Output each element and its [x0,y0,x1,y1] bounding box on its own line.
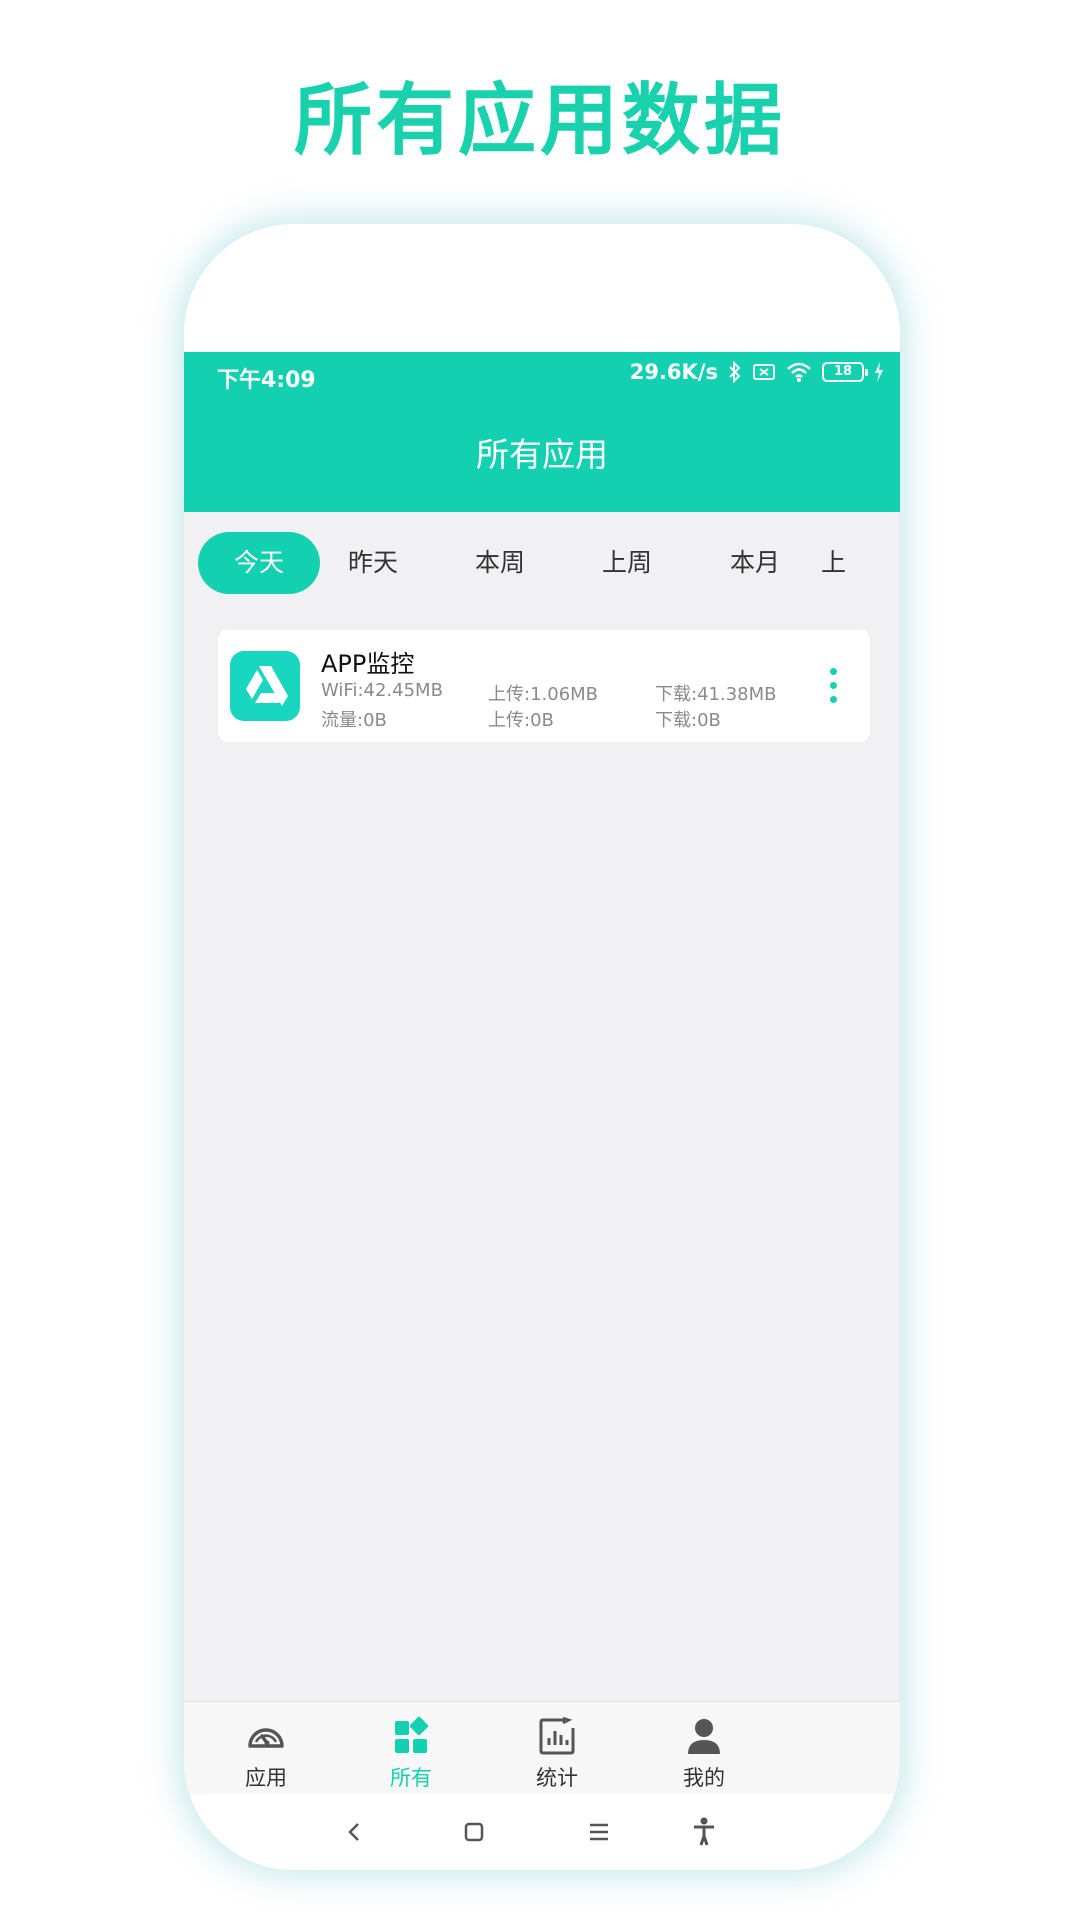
phone-frame: 下午4:09 29.6K/s 18 所有应用 今天 昨天 本周 上周 本月 上 … [184,224,900,1870]
network-speed: 29.6K/s [629,360,718,384]
mobile-total: 流量:0B [321,710,387,731]
nav-label: 我的 [683,1766,725,1790]
nav-apps[interactable]: 应用 [206,1714,326,1792]
nav-stats[interactable]: 统计 [497,1714,617,1792]
period-tabs: 今天 昨天 本周 上周 本月 上 [184,512,900,608]
wifi-upload: 上传:1.06MB [488,684,599,705]
wifi-icon [787,362,811,382]
tab-this-week[interactable]: 本周 [439,532,561,594]
status-time: 下午4:09 [217,368,316,393]
nav-label: 应用 [245,1766,287,1790]
promo-title: 所有应用数据 [293,76,786,166]
app-title: 所有应用 [476,435,608,474]
nav-mine[interactable]: 我的 [644,1714,764,1792]
grid-apps-icon [395,1716,429,1753]
list-item[interactable]: APP监控 WiFi:42.45MB 上传:1.06MB 下载:41.38MB … [218,630,870,742]
system-nav-bar [184,1794,900,1870]
sim-off-icon [753,364,775,380]
nav-label: 统计 [536,1766,578,1790]
bluetooth-icon [729,361,741,383]
app-name: APP监控 [321,650,415,678]
wifi-total: WiFi:42.45MB [321,680,443,701]
tab-today[interactable]: 今天 [198,532,320,594]
tab-yesterday[interactable]: 昨天 [312,532,434,594]
battery-icon: 18 [822,362,868,382]
more-vert-icon[interactable] [830,668,838,704]
nav-all[interactable]: 所有 [351,1714,471,1792]
mobile-download: 下载:0B [655,710,721,731]
menu-icon[interactable] [579,1812,619,1852]
nav-label: 所有 [390,1766,432,1790]
bottom-nav: 应用 所有 统计 我的 [184,1701,900,1794]
drive-triangle-icon [246,666,288,706]
tab-last-week[interactable]: 上周 [566,532,688,594]
charging-icon [875,362,883,382]
status-bar: 下午4:09 29.6K/s 18 [184,352,900,398]
person-icon [688,1719,720,1754]
mobile-upload: 上传:0B [488,710,554,731]
home-icon[interactable] [454,1812,494,1852]
tab-last-month[interactable]: 上 [821,532,881,594]
app-bar: 所有应用 [184,398,900,512]
back-icon[interactable] [334,1812,374,1852]
speedometer-icon [248,1728,284,1748]
app-icon [230,651,300,721]
accessibility-icon[interactable] [684,1812,724,1852]
wifi-download: 下载:41.38MB [655,684,777,705]
tab-this-month[interactable]: 本月 [694,532,816,594]
app-screen: 下午4:09 29.6K/s 18 所有应用 今天 昨天 本周 上周 本月 上 … [184,352,900,1794]
status-icons: 29.6K/s 18 [630,360,884,384]
bar-chart-icon [539,1716,575,1755]
